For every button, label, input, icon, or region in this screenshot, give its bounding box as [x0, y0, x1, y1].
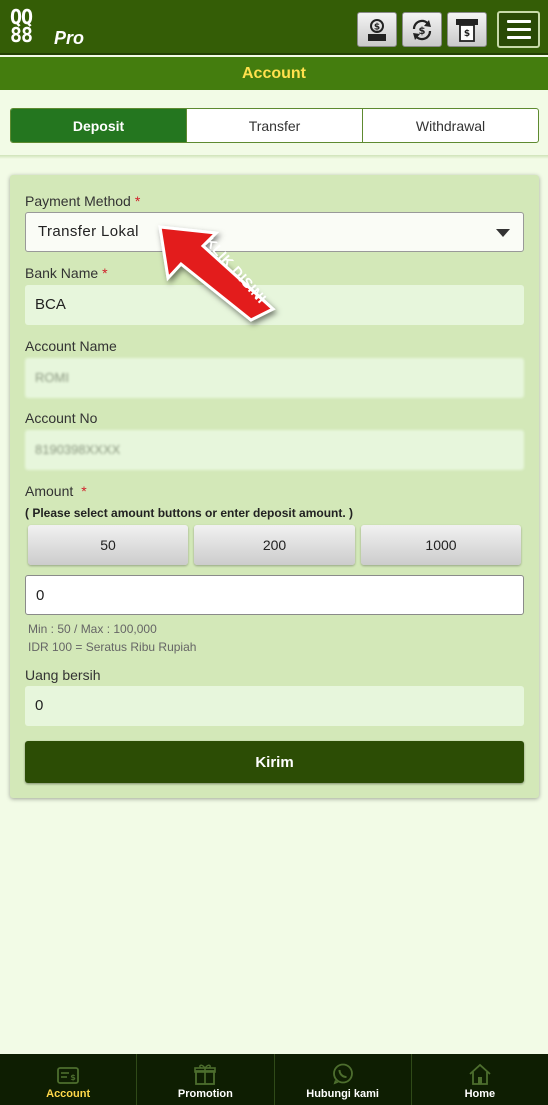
nav-account-label: Account [46, 1088, 91, 1100]
nav-promotion[interactable]: Promotion [137, 1054, 275, 1105]
logo-line2: 88 [10, 23, 33, 47]
account-tabs: Deposit Transfer Withdrawal [10, 108, 539, 143]
submit-button[interactable]: Kirim [25, 741, 524, 783]
caret-down-icon [496, 229, 510, 237]
required-marker: * [81, 483, 87, 499]
amount-button-200[interactable]: 200 [194, 525, 355, 565]
payment-method-label: Payment Method * [25, 193, 140, 209]
amount-label: Amount * [25, 483, 87, 499]
amount-button-50[interactable]: 50 [28, 525, 188, 565]
account-name-field: ROMI [25, 358, 524, 398]
payment-method-label-text: Payment Method [25, 193, 131, 209]
net-amount-field: 0 [25, 686, 524, 726]
account-no-label: Account No [25, 410, 98, 426]
nav-home[interactable]: Home [412, 1054, 548, 1105]
svg-text:$: $ [419, 26, 426, 37]
svg-text:$: $ [374, 22, 380, 32]
svg-text:$: $ [70, 1073, 76, 1082]
nav-contact[interactable]: Hubungi kami [275, 1054, 412, 1105]
deposit-button[interactable]: $ [357, 12, 397, 47]
bank-name-label: Bank Name * [25, 265, 108, 281]
withdraw-button[interactable]: $ [447, 12, 487, 47]
transfer-icon: $ [412, 19, 432, 40]
withdraw-icon: $ [456, 18, 478, 42]
required-marker: * [102, 265, 108, 281]
nav-account[interactable]: $ Account [0, 1054, 138, 1105]
amount-limits: Min : 50 / Max : 100,000 [28, 622, 157, 636]
amount-button-1000[interactable]: 1000 [361, 525, 521, 565]
menu-icon-bar [506, 28, 531, 31]
amount-input[interactable]: 0 [25, 575, 524, 615]
tab-transfer[interactable]: Transfer [187, 109, 363, 142]
net-amount-label: Uang bersih [25, 667, 101, 683]
menu-icon-bar [506, 36, 531, 39]
nav-home-label: Home [464, 1088, 496, 1100]
account-no-field: 8190398XXXX [25, 430, 524, 470]
site-logo[interactable]: QQ 88 Pro [10, 7, 90, 48]
logo-suffix: Pro [54, 28, 85, 48]
account-name-label: Account Name [25, 338, 117, 354]
tab-withdrawal[interactable]: Withdrawal [363, 109, 538, 142]
home-icon [469, 1063, 491, 1085]
gift-icon [194, 1064, 217, 1085]
bank-name-label-text: Bank Name [25, 265, 99, 281]
nav-contact-label: Hubungi kami [306, 1088, 379, 1100]
deposit-icon: $ [368, 18, 386, 41]
nav-promotion-label: Promotion [177, 1088, 233, 1100]
tab-deposit[interactable]: Deposit [11, 109, 187, 142]
menu-icon-bar [506, 20, 531, 23]
divider [0, 155, 548, 159]
wallet-icon: $ [57, 1067, 80, 1084]
amount-label-text: Amount [25, 483, 74, 499]
payment-method-value: Transfer Lokal [38, 223, 139, 240]
whatsapp-icon [332, 1063, 353, 1085]
payment-method-select[interactable]: Transfer Lokal [25, 212, 524, 252]
required-marker: * [134, 193, 141, 209]
bottom-nav: $ Account Promotion Hubungi kami Home [0, 1054, 548, 1105]
page-title: Account [0, 57, 548, 90]
amount-conversion: IDR 100 = Seratus Ribu Rupiah [28, 640, 197, 654]
top-bar: QQ 88 Pro $ $ $ [0, 0, 548, 55]
amount-hint: ( Please select amount buttons or enter … [25, 506, 354, 520]
svg-text:$: $ [464, 29, 470, 39]
transfer-button[interactable]: $ [402, 12, 442, 47]
menu-button[interactable] [497, 11, 540, 48]
